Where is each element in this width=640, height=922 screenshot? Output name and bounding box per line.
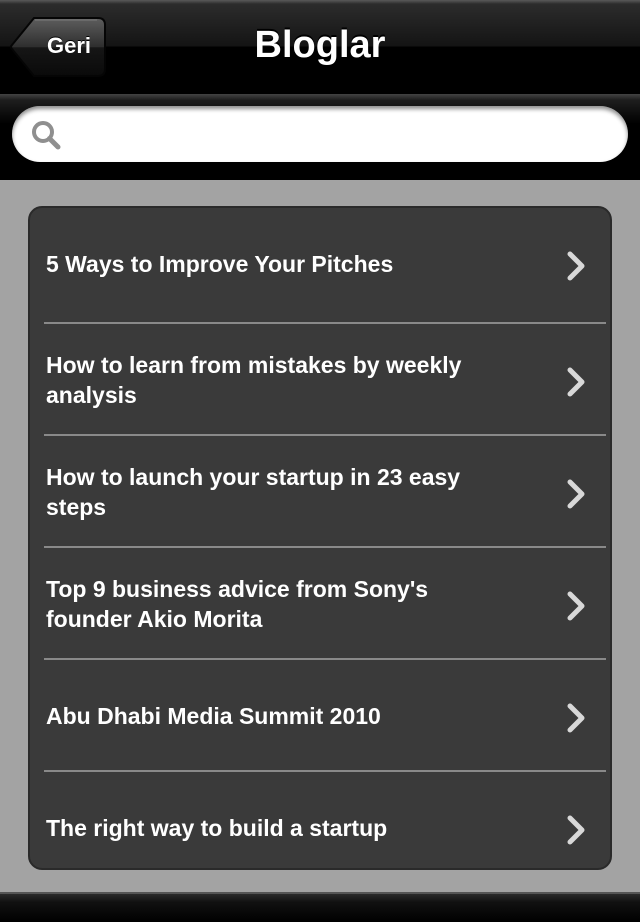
list-item-label: Abu Dhabi Media Summit 2010 <box>46 703 381 729</box>
list-item-label: Top 9 business advice from Sony's founde… <box>46 576 429 632</box>
search-icon <box>32 121 61 150</box>
list-item-label: How to launch your startup in 23 easy st… <box>46 464 461 520</box>
back-button[interactable]: Geri <box>10 17 106 77</box>
search-input[interactable] <box>76 114 610 156</box>
list-item[interactable]: The right way to build a startup <box>30 772 610 868</box>
chevron-right-icon <box>567 703 585 733</box>
list-item-label: 5 Ways to Improve Your Pitches <box>46 251 394 277</box>
page-title: Bloglar <box>254 24 386 66</box>
list-item-label: How to learn from mistakes by weekly ana… <box>46 352 462 408</box>
list-item-label: The right way to build a startup <box>46 815 388 841</box>
chevron-right-icon <box>567 251 585 281</box>
list-item[interactable]: How to learn from mistakes by weekly ana… <box>30 324 610 436</box>
back-button-label: Geri <box>46 33 92 58</box>
chevron-right-icon <box>567 815 585 845</box>
chevron-right-icon <box>567 479 585 509</box>
blog-list: 5 Ways to Improve Your Pitches How to le… <box>28 206 612 870</box>
list-item[interactable]: Abu Dhabi Media Summit 2010 <box>30 660 610 772</box>
list-item[interactable]: How to launch your startup in 23 easy st… <box>30 436 610 548</box>
chevron-right-icon <box>567 367 585 397</box>
chevron-right-icon <box>567 591 585 621</box>
navigation-bar: Geri Bloglar <box>0 0 640 94</box>
list-item[interactable]: Top 9 business advice from Sony's founde… <box>30 548 610 660</box>
bottom-toolbar <box>0 892 640 922</box>
search-bar <box>0 94 640 180</box>
search-field[interactable] <box>12 106 628 162</box>
list-item[interactable]: 5 Ways to Improve Your Pitches <box>30 208 610 320</box>
